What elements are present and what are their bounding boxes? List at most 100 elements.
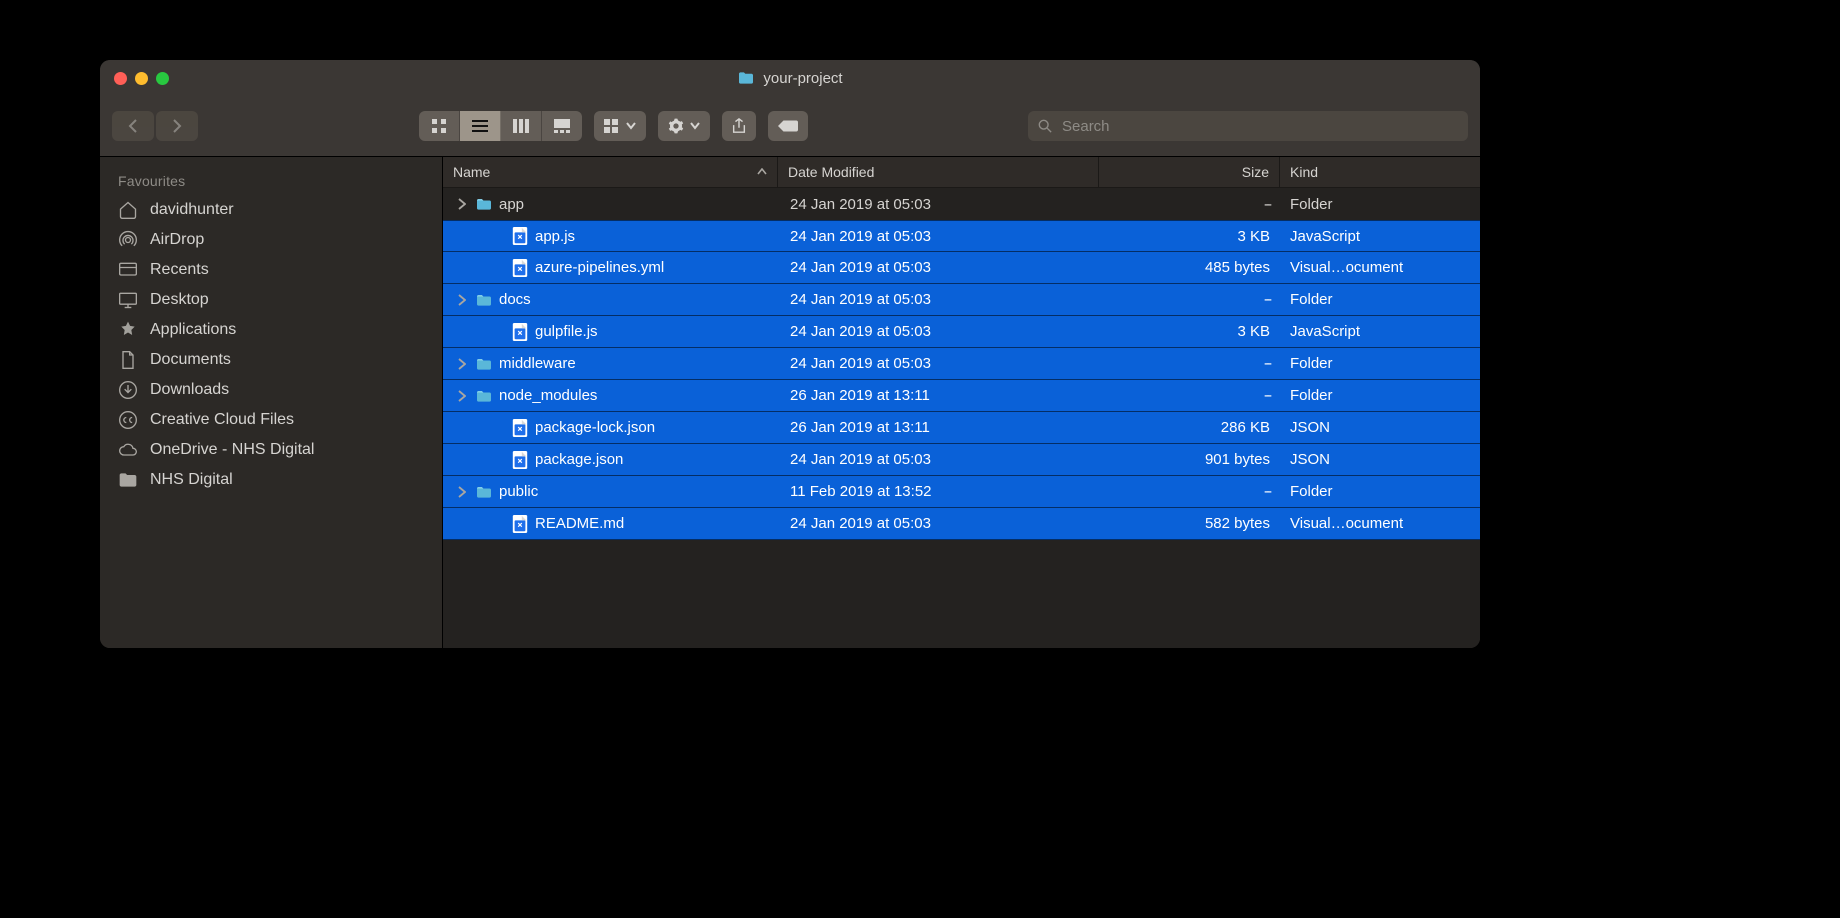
tag-icon <box>778 119 798 133</box>
file-row[interactable]: app24 Jan 2019 at 05:03--Folder <box>443 188 1480 220</box>
sidebar-item-label: Applications <box>150 321 236 339</box>
toolbar <box>100 96 1480 157</box>
file-date: 26 Jan 2019 at 13:11 <box>780 419 1100 436</box>
column-kind[interactable]: Kind <box>1280 157 1480 187</box>
file-row[interactable]: node_modules26 Jan 2019 at 13:11--Folder <box>443 380 1480 412</box>
zoom-button[interactable] <box>156 72 169 85</box>
gallery-view-button[interactable] <box>542 111 582 141</box>
file-date: 24 Jan 2019 at 05:03 <box>780 323 1100 340</box>
column-headers: Name Date Modified Size Kind <box>443 157 1480 188</box>
file-icon <box>511 259 529 277</box>
sidebar-item-airdrop[interactable]: AirDrop <box>100 225 442 255</box>
action-button[interactable] <box>658 111 710 141</box>
desktop-icon <box>118 290 138 310</box>
file-name: package-lock.json <box>535 419 655 436</box>
sort-ascending-icon <box>757 168 767 176</box>
list-view-button[interactable] <box>460 111 501 141</box>
folder-icon <box>475 195 493 213</box>
column-size[interactable]: Size <box>1099 157 1280 187</box>
file-size: 3 KB <box>1100 228 1280 245</box>
sidebar-item-label: Creative Cloud Files <box>150 411 294 429</box>
file-row[interactable]: app.js 24 Jan 2019 at 05:033 KBJavaScript <box>443 220 1480 252</box>
downloads-icon <box>118 380 138 400</box>
file-icon <box>511 419 529 437</box>
file-name: app.js <box>535 228 575 245</box>
close-button[interactable] <box>114 72 127 85</box>
file-icon <box>511 451 529 469</box>
file-row[interactable]: gulpfile.js24 Jan 2019 at 05:033 KBJavaS… <box>443 316 1480 348</box>
disclosure-triangle[interactable] <box>453 294 469 306</box>
sidebar-item-label: davidhunter <box>150 201 234 219</box>
file-kind: Folder <box>1280 483 1480 500</box>
disclosure-triangle[interactable] <box>453 390 469 402</box>
sidebar-item-creative-cloud-files[interactable]: Creative Cloud Files <box>100 405 442 435</box>
search-field[interactable] <box>1028 111 1468 141</box>
arrange-button[interactable] <box>594 111 646 141</box>
file-size: -- <box>1100 483 1280 500</box>
file-size: 286 KB <box>1100 419 1280 436</box>
folder-icon <box>475 483 493 501</box>
sidebar-item-downloads[interactable]: Downloads <box>100 375 442 405</box>
file-name: public <box>499 483 538 500</box>
file-date: 24 Jan 2019 at 05:03 <box>780 228 1100 245</box>
file-row[interactable]: docs24 Jan 2019 at 05:03--Folder <box>443 284 1480 316</box>
sidebar-item-desktop[interactable]: Desktop <box>100 285 442 315</box>
column-name[interactable]: Name <box>443 157 778 187</box>
file-row[interactable]: README.md24 Jan 2019 at 05:03582 bytesVi… <box>443 508 1480 540</box>
forward-button[interactable] <box>156 111 198 141</box>
file-row[interactable]: public 11 Feb 2019 at 13:52--Folder <box>443 476 1480 508</box>
file-kind: JSON <box>1280 419 1480 436</box>
icon-view-button[interactable] <box>419 111 460 141</box>
sidebar-item-applications[interactable]: Applications <box>100 315 442 345</box>
file-size: -- <box>1100 291 1280 308</box>
sidebar-item-nhs-digital[interactable]: NHS Digital <box>100 465 442 495</box>
sidebar-item-label: OneDrive - NHS Digital <box>150 441 314 459</box>
sidebar-item-recents[interactable]: Recents <box>100 255 442 285</box>
file-kind: Visual…ocument <box>1280 515 1480 532</box>
titlebar[interactable]: your-project <box>100 60 1480 96</box>
file-row[interactable]: azure-pipelines.yml24 Jan 2019 at 05:034… <box>443 252 1480 284</box>
column-view-button[interactable] <box>501 111 542 141</box>
back-button[interactable] <box>112 111 154 141</box>
file-kind: Folder <box>1280 387 1480 404</box>
airdrop-icon <box>118 230 138 250</box>
file-kind: JavaScript <box>1280 228 1480 245</box>
disclosure-triangle[interactable] <box>453 198 469 210</box>
folder-icon <box>475 291 493 309</box>
file-date: 11 Feb 2019 at 13:52 <box>780 483 1100 500</box>
tags-button[interactable] <box>768 111 808 141</box>
sidebar-item-label: Downloads <box>150 381 229 399</box>
file-name: README.md <box>535 515 624 532</box>
file-name: middleware <box>499 355 576 372</box>
minimize-button[interactable] <box>135 72 148 85</box>
cloud-icon <box>118 440 138 460</box>
disclosure-triangle[interactable] <box>453 486 469 498</box>
share-button[interactable] <box>722 111 756 141</box>
sidebar-heading-favourites: Favourites <box>100 165 442 195</box>
file-date: 24 Jan 2019 at 05:03 <box>780 355 1100 372</box>
file-kind: Folder <box>1280 355 1480 372</box>
window-title: your-project <box>763 70 842 87</box>
file-name: gulpfile.js <box>535 323 598 340</box>
recents-icon <box>118 260 138 280</box>
disclosure-triangle[interactable] <box>453 358 469 370</box>
file-size: -- <box>1100 196 1280 213</box>
sidebar-item-onedrive-nhs-digital[interactable]: OneDrive - NHS Digital <box>100 435 442 465</box>
file-row[interactable]: middleware24 Jan 2019 at 05:03--Folder <box>443 348 1480 380</box>
chevron-down-icon <box>690 122 700 130</box>
finder-window: your-project <box>100 60 1480 648</box>
folder-icon <box>737 71 755 85</box>
sidebar-item-davidhunter[interactable]: davidhunter <box>100 195 442 225</box>
file-date: 24 Jan 2019 at 05:03 <box>780 259 1100 276</box>
chevron-down-icon <box>626 122 636 130</box>
file-row[interactable]: package.json24 Jan 2019 at 05:03901 byte… <box>443 444 1480 476</box>
file-row[interactable]: package-lock.json 26 Jan 2019 at 13:11286… <box>443 412 1480 444</box>
search-input[interactable] <box>1060 117 1458 136</box>
file-size: -- <box>1100 387 1280 404</box>
sidebar-item-documents[interactable]: Documents <box>100 345 442 375</box>
column-date[interactable]: Date Modified <box>778 157 1099 187</box>
file-list: Name Date Modified Size Kind app24 Jan 2… <box>443 157 1480 648</box>
file-date: 26 Jan 2019 at 13:11 <box>780 387 1100 404</box>
home-icon <box>118 200 138 220</box>
cc-icon <box>118 410 138 430</box>
